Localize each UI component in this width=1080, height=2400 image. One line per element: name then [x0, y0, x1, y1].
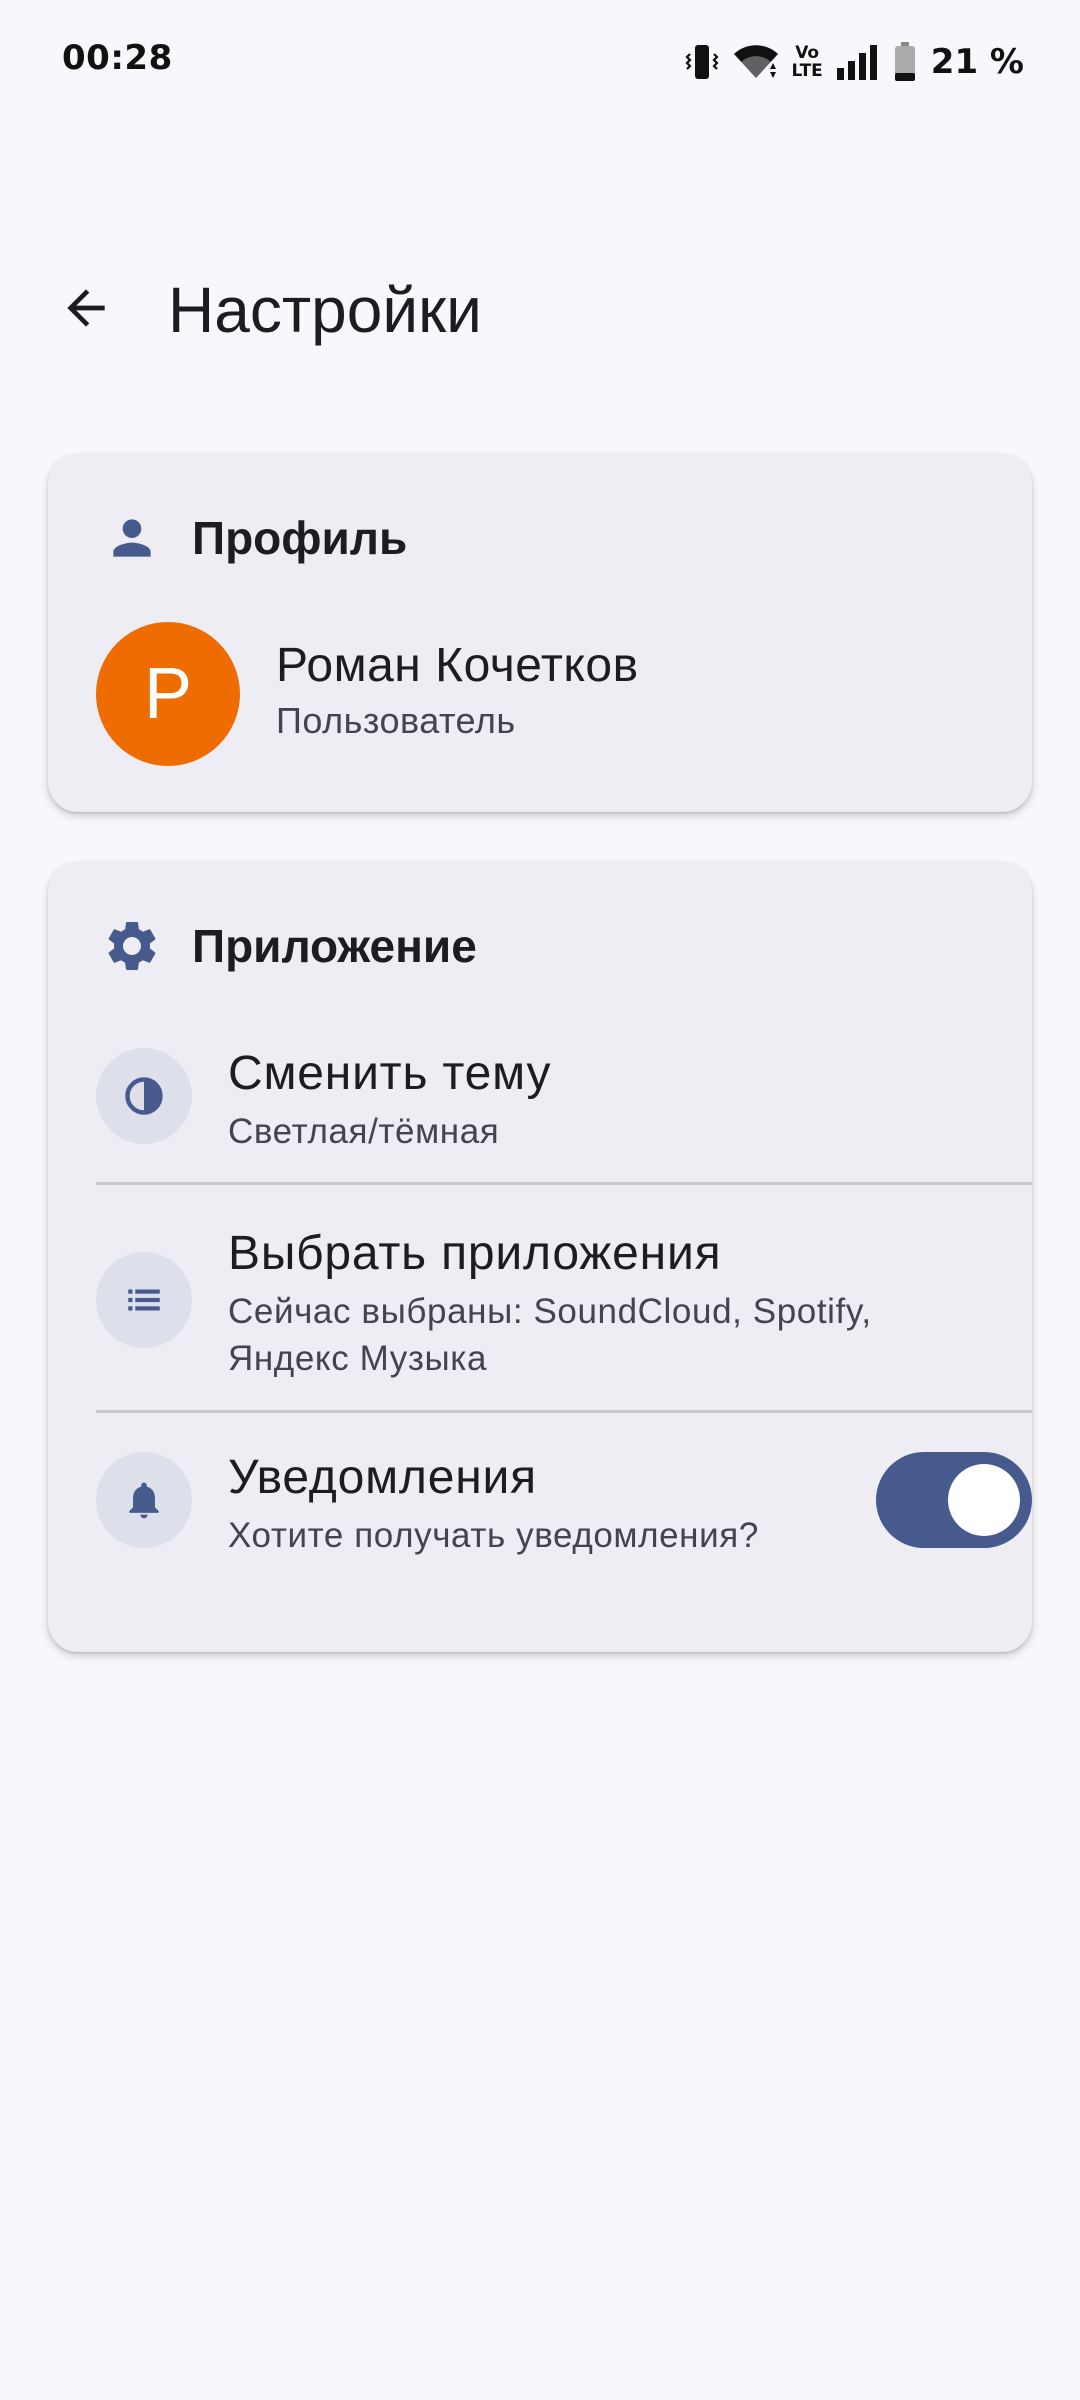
app-bar: Настройки — [0, 250, 1080, 370]
bell-icon — [96, 1452, 192, 1548]
profile-card: Профиль Р Роман Кочетков Пользователь — [48, 454, 1032, 812]
notifications-subtitle: Хотите получать уведомления? — [228, 1516, 759, 1555]
battery-percent: 21 % — [930, 42, 1024, 82]
volte-icon: Vo LTE — [792, 44, 823, 80]
notifications-toggle[interactable] — [876, 1452, 1032, 1548]
divider — [96, 1182, 1032, 1185]
profile-card-header: Профиль — [102, 498, 407, 578]
theme-title: Сменить тему — [228, 1047, 552, 1100]
avatar[interactable]: Р — [96, 622, 240, 766]
theme-subtitle: Светлая/тёмная — [228, 1112, 500, 1151]
page-title: Настройки — [168, 274, 482, 346]
battery-icon — [893, 41, 917, 83]
toggle-knob — [948, 1464, 1020, 1536]
gear-icon — [102, 916, 162, 976]
volte-bottom-text: LTE — [791, 61, 823, 81]
status-time: 00:28 — [62, 38, 173, 78]
app-card-header: Приложение — [102, 906, 477, 986]
theme-setting[interactable]: Сменить тему Светлая/тёмная — [96, 1042, 1032, 1152]
notifications-title: Уведомления — [228, 1451, 537, 1504]
profile-card-title: Профиль — [192, 512, 408, 564]
arrow-back-icon — [58, 280, 114, 341]
vibrate-icon — [684, 42, 720, 82]
profile-role: Пользователь — [276, 700, 516, 741]
signal-icon — [835, 42, 881, 82]
apps-subtitle-line1: Сейчас выбраны: SoundCloud, Spotify, — [228, 1292, 872, 1331]
list-icon — [96, 1252, 192, 1348]
apps-setting[interactable]: Выбрать приложения Сейчас выбраны: Sound… — [96, 1222, 1032, 1382]
apps-subtitle-line2: Яндекс Музыка — [228, 1339, 488, 1378]
divider — [96, 1410, 1032, 1413]
apps-title: Выбрать приложения — [228, 1227, 722, 1280]
status-bar: 00:28 Vo LTE 21 % — [0, 0, 1080, 122]
back-button[interactable] — [46, 270, 126, 350]
profile-name: Роман Кочетков — [276, 639, 639, 692]
avatar-letter: Р — [143, 654, 193, 734]
app-settings-card: Приложение Сменить тему Светлая/тёмная В… — [48, 862, 1032, 1652]
notifications-setting[interactable]: Уведомления Хотите получать уведомления? — [96, 1442, 1032, 1558]
app-card-title: Приложение — [192, 920, 477, 972]
person-icon — [102, 508, 162, 568]
status-icons: Vo LTE 21 % — [684, 38, 1024, 86]
contrast-icon — [96, 1048, 192, 1144]
wifi-icon — [732, 42, 780, 82]
volte-top-text: Vo — [795, 43, 820, 63]
